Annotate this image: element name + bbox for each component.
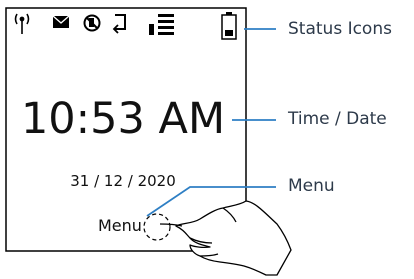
clock-date: 31 / 12 / 2020 [70,172,176,190]
clock-time: 10:53 AM [20,94,226,144]
envelope-icon [52,15,70,28]
menu-softkey-label[interactable]: Menu [98,216,142,235]
callout-label-time-date: Time / Date [288,109,387,129]
diagram: 10:53 AM 31 / 12 / 2020 Menu Status Icon… [0,0,414,279]
callout-label-status-icons: Status Icons [288,19,392,39]
callout-label-menu: Menu [288,176,335,196]
